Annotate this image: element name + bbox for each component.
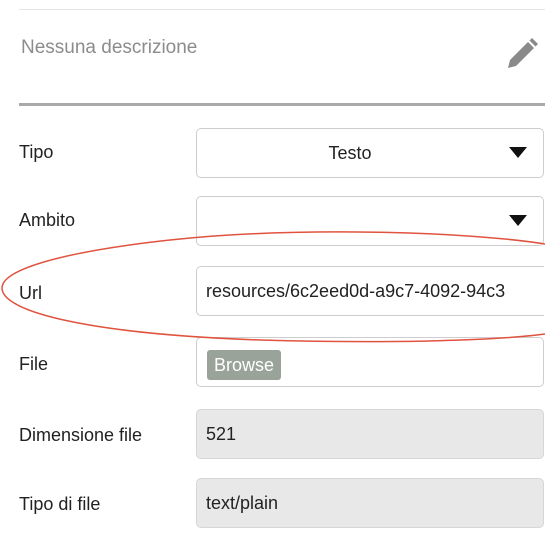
file-size-label: Dimensione file: [19, 425, 143, 445]
ambito-select[interactable]: [196, 196, 544, 246]
pencil-icon: [508, 38, 538, 68]
browse-button[interactable]: Browse: [207, 350, 282, 380]
tipo-label: Tipo: [19, 142, 54, 162]
file-size-field: 521: [196, 409, 544, 459]
file-input[interactable]: Browse: [196, 337, 544, 387]
edit-description-button[interactable]: [502, 36, 540, 74]
file-size-value: 521: [206, 424, 237, 444]
description-row: Nessuna descrizione: [19, 10, 545, 104]
ambito-label: Ambito: [19, 210, 76, 230]
file-type-label: Tipo di file: [19, 494, 101, 514]
file-label: File: [19, 354, 49, 374]
url-field[interactable]: resources/6c2eed0d-a9c7-4092-94c3: [196, 266, 544, 316]
description-text: Nessuna descrizione: [21, 37, 198, 58]
ambito-select-value: [197, 197, 503, 245]
tipo-select-value: Testo: [328, 143, 372, 163]
file-type-value: text/plain: [206, 493, 279, 513]
url-label: Url: [19, 283, 42, 303]
tipo-select[interactable]: Testo: [196, 128, 544, 178]
dropdown-caret-icon: [509, 147, 527, 158]
dropdown-caret-icon: [509, 215, 527, 226]
description-underline: [19, 103, 545, 106]
file-type-field: text/plain: [196, 478, 544, 528]
url-field-value: resources/6c2eed0d-a9c7-4092-94c3: [206, 281, 506, 301]
